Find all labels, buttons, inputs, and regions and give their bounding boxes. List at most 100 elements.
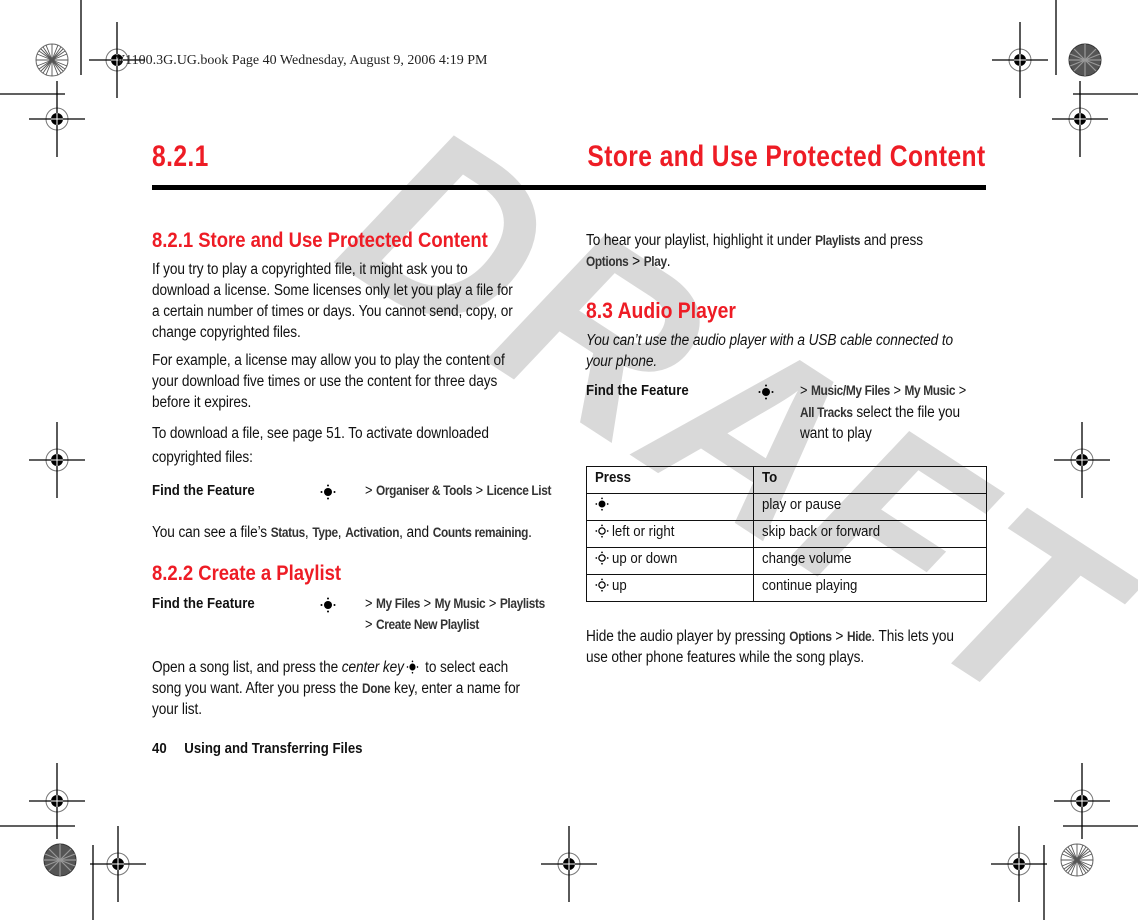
heading-store-protected-content: 8.2.1 Store and Use Protected Content <box>152 229 488 252</box>
menu-path-licence-list: > Organiser & Tools > Licence List <box>365 483 551 499</box>
text-line: your download five times or use the cont… <box>152 373 498 390</box>
text: Hide the audio player by pressing <box>586 628 790 645</box>
text-line: before it expires. <box>152 394 252 411</box>
press-cell <box>586 493 754 521</box>
nav-key-center-icon <box>320 597 336 613</box>
menu-path-line-2: All Tracks select the file you <box>800 404 960 422</box>
table-row: play or pause <box>586 493 987 521</box>
press-cell: up or down <box>586 547 754 575</box>
paragraph-copyright-intro: If you try to play a copyrighted file, i… <box>152 259 562 343</box>
menu-item-create-new-playlist: Create New Playlist <box>376 617 479 632</box>
nav-key-center-icon <box>320 484 336 500</box>
text: . <box>666 253 671 270</box>
print-slug-line: V1100.3G.UG.book Page 40 Wednesday, Augu… <box>115 53 488 68</box>
text-line: change copyrighted files. <box>152 324 301 341</box>
path-separator: > <box>831 628 847 645</box>
color-target-bottom-left <box>43 843 77 877</box>
column-header-press: Press <box>586 466 754 494</box>
text-line: use other phone features while the song … <box>586 649 865 666</box>
table-row: up continue playing <box>586 574 987 602</box>
path-separator: > <box>893 383 901 399</box>
header-rule <box>152 185 986 190</box>
menu-item-my-files: My Files <box>376 596 421 611</box>
header-section-number: 8.2.1 <box>152 140 209 173</box>
text: . <box>528 524 532 541</box>
nav-key-center-icon <box>595 497 609 511</box>
nav-key-center-icon <box>758 384 774 400</box>
action-cell: continue playing <box>753 574 987 602</box>
menu-path-playlists: > My Files > My Music > Playlists <box>365 596 545 612</box>
menu-path-all-tracks: > Music/My Files > My Music > <box>800 383 966 399</box>
color-target-bottom-right <box>1060 843 1094 877</box>
path-separator: > <box>800 383 808 399</box>
path-separator: > <box>475 483 484 499</box>
text-line: You can’t use the audio player with a US… <box>586 332 954 349</box>
ui-term-options: Options <box>789 629 832 644</box>
text-line: want to play <box>800 425 872 442</box>
menu-item-organiser-tools: Organiser & Tools <box>376 483 473 498</box>
paragraph-license-example: For example, a license may allow you to … <box>152 350 553 413</box>
text-line: a certain number of times or days. You c… <box>152 303 513 320</box>
color-target-top-left <box>35 43 69 77</box>
text: Open a song list, and press the <box>152 659 342 676</box>
table-row: up or down change volume <box>586 547 987 575</box>
text-line: Open a song list, and press the center k… <box>152 657 508 678</box>
text-line: Hide the audio player by pressing Option… <box>586 626 954 647</box>
press-cell: up <box>586 574 754 602</box>
find-the-feature-label: Find the Feature <box>586 382 689 399</box>
text: You can see a file’s <box>152 524 271 541</box>
press-text: left or right <box>612 523 675 540</box>
action-cell: skip back or forward <box>753 520 987 548</box>
press-cell: left or right <box>586 520 754 548</box>
text-line: song you want. After you press the Done … <box>152 678 520 699</box>
page-number: 40 <box>152 740 167 757</box>
column-header-to: To <box>753 466 987 494</box>
page-footer: 40 Using and Transferring Files <box>152 740 363 757</box>
action-cell: change volume <box>753 547 987 575</box>
text-line: copyrighted files: <box>152 449 253 466</box>
ui-term-options: Options <box>586 254 629 269</box>
table-row: left or right skip back or forward <box>586 520 987 548</box>
find-the-feature-label: Find the Feature <box>152 595 255 612</box>
path-separator: > <box>365 483 373 499</box>
nav-key-center-icon <box>406 660 419 674</box>
ui-term-type: Type <box>312 525 338 540</box>
text: select the file you <box>852 404 961 421</box>
header-text: Press <box>595 469 631 486</box>
menu-path-create-new-playlist: > Create New Playlist <box>365 617 479 633</box>
menu-item-music-my-files: Music/My Files <box>811 383 890 398</box>
action-text: change volume <box>762 550 852 567</box>
header-text: To <box>762 469 778 486</box>
nav-key-icon <box>595 578 609 592</box>
text: . This lets you <box>871 628 954 645</box>
audio-controls-table: Press To play or pause left or right ski… <box>586 466 987 602</box>
text: and press <box>860 232 923 249</box>
menu-item-my-music: My Music <box>434 596 486 611</box>
text-line: your phone. <box>586 353 658 370</box>
text-line: For example, a license may allow you to … <box>152 352 505 369</box>
nav-key-icon <box>595 551 609 565</box>
nav-key-icon <box>595 524 609 538</box>
text: To hear your playlist, highlight it unde… <box>586 232 816 249</box>
text-line: If you try to play a copyrighted file, i… <box>152 261 468 278</box>
heading-create-playlist: 8.2.2 Create a Playlist <box>152 562 342 585</box>
path-separator: > <box>628 253 644 270</box>
paragraph-hide-audio-player: Hide the audio player by pressing Option… <box>586 626 1004 668</box>
text: , and <box>399 524 433 541</box>
text-line: To download a file, see page 51. To acti… <box>152 425 489 442</box>
ui-term-activation: Activation <box>345 525 400 540</box>
text-line: Options > Play. <box>586 251 671 272</box>
ui-term-done: Done <box>361 681 391 696</box>
note-usb-cable: You can’t use the audio player with a US… <box>586 330 1003 372</box>
ui-term-counts-remaining: Counts remaining <box>432 525 529 540</box>
ui-term-playlists: Playlists <box>815 233 861 248</box>
text: to select each <box>421 659 509 676</box>
path-separator: > <box>365 617 373 633</box>
action-text: continue playing <box>762 577 858 594</box>
menu-item-my-music: My Music <box>904 383 956 398</box>
text: song you want. After you press the <box>152 680 362 697</box>
path-separator: > <box>958 383 967 399</box>
ui-term-hide: Hide <box>846 629 872 644</box>
text-line: To hear your playlist, highlight it unde… <box>586 230 923 251</box>
paragraph-download-activate: To download a file, see page 51. To acti… <box>152 422 535 470</box>
